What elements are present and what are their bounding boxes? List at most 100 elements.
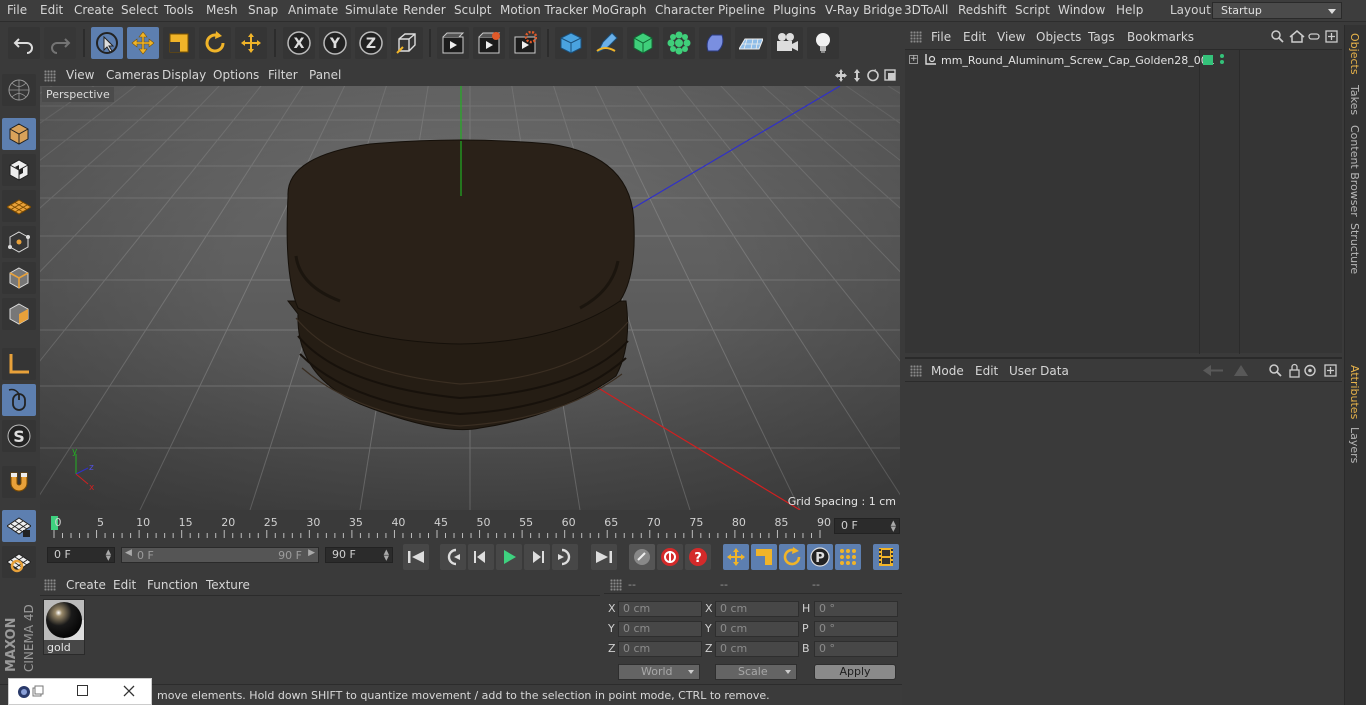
object-menu-edit[interactable]: Edit: [963, 30, 986, 44]
spinner-arrows-icon[interactable]: ▲ ▼: [106, 549, 111, 562]
axis-mode-icon[interactable]: [2, 348, 36, 380]
panel-grip-icon[interactable]: [44, 70, 56, 82]
redo-icon[interactable]: [44, 27, 76, 59]
object-menu-objects[interactable]: Objects: [1036, 30, 1081, 44]
current-frame-field[interactable]: 0 F ▲ ▼: [834, 518, 900, 534]
coord-system-select[interactable]: World: [618, 664, 700, 680]
menu-mograph[interactable]: MoGraph: [592, 3, 647, 17]
end-frame-field[interactable]: 90 F ▲ ▼: [325, 547, 393, 563]
attribute-menu-user-data[interactable]: User Data: [1009, 364, 1069, 378]
key-rotation-button[interactable]: [779, 544, 805, 570]
list-item[interactable]: + mm_Round_Aluminum_Screw_Cap_Golden28_0…: [905, 52, 1342, 70]
rotate-icon[interactable]: [199, 27, 231, 59]
attribute-menu-edit[interactable]: Edit: [975, 364, 998, 378]
pos-y-field[interactable]: 0 cm: [618, 621, 702, 637]
undo-icon[interactable]: [8, 27, 40, 59]
render-visibility-dot[interactable]: [1220, 60, 1224, 64]
spinner-arrows-icon[interactable]: ▲ ▼: [384, 549, 389, 562]
menu-vray-bridge[interactable]: V-Ray Bridge: [825, 3, 902, 17]
menu-motion-tracker[interactable]: Motion Tracker: [500, 3, 588, 17]
key-scale-button[interactable]: [751, 544, 777, 570]
menu-render[interactable]: Render: [403, 3, 446, 17]
panel-grip-icon[interactable]: [910, 31, 922, 43]
cube-icon[interactable]: [555, 27, 587, 59]
viewport-rotate-icon[interactable]: [867, 69, 879, 82]
rot-b-field[interactable]: 0 °: [814, 641, 898, 657]
menu-character[interactable]: Character: [655, 3, 714, 17]
size-y-field[interactable]: 0 cm: [715, 621, 799, 637]
goto-start-button[interactable]: [403, 544, 429, 570]
size-mode-select[interactable]: Scale: [715, 664, 797, 680]
material-menu-create[interactable]: Create: [66, 578, 106, 592]
tab-takes[interactable]: Takes: [1348, 85, 1361, 115]
home-icon[interactable]: [1289, 30, 1305, 43]
target-icon[interactable]: [1304, 364, 1316, 377]
prev-frame-button[interactable]: [468, 544, 494, 570]
points-mode-icon[interactable]: [2, 226, 36, 258]
viewport-pan-icon[interactable]: [835, 69, 847, 82]
start-frame-field[interactable]: 0 F ▲ ▼: [47, 547, 115, 563]
edges-mode-icon[interactable]: [2, 262, 36, 294]
attribute-menu-mode[interactable]: Mode: [931, 364, 964, 378]
viewport-menu-options[interactable]: Options: [213, 68, 259, 82]
size-x-field[interactable]: 0 cm: [715, 601, 799, 617]
panel-grip-icon[interactable]: [610, 579, 622, 591]
world-coords-icon[interactable]: [391, 27, 423, 59]
tab-structure[interactable]: Structure: [1348, 223, 1361, 274]
polygons-mode-icon[interactable]: [2, 298, 36, 330]
prev-key-button[interactable]: [440, 544, 466, 570]
menu-pipeline[interactable]: Pipeline: [718, 3, 765, 17]
rot-h-field[interactable]: 0 °: [814, 601, 898, 617]
viewport-menu-display[interactable]: Display: [162, 68, 206, 82]
scale-icon[interactable]: [163, 27, 195, 59]
floor-icon[interactable]: [735, 27, 767, 59]
close-icon[interactable]: [123, 685, 135, 697]
render-view-icon[interactable]: [437, 27, 469, 59]
light-icon[interactable]: [807, 27, 839, 59]
timeline-ruler[interactable]: 0 5 10 15 20 25 30 35 40 45 50 55 60 65 70 75 80 85 90 0 F…: [40, 511, 902, 541]
menu-3dtoall[interactable]: 3DToAll: [904, 3, 948, 17]
live-selection-icon[interactable]: [91, 27, 123, 59]
object-menu-file[interactable]: File: [931, 30, 951, 44]
link-icon[interactable]: [1308, 33, 1320, 40]
viewport-menu-cameras[interactable]: Cameras: [106, 68, 159, 82]
lock-icon[interactable]: [1289, 363, 1300, 378]
object-menu-view[interactable]: View: [997, 30, 1025, 44]
menu-edit[interactable]: Edit: [40, 3, 63, 17]
expand-icon[interactable]: +: [909, 55, 918, 64]
menu-sculpt[interactable]: Sculpt: [454, 3, 491, 17]
back-arrow-icon[interactable]: [1203, 365, 1223, 376]
y-axis-icon[interactable]: Y: [319, 27, 351, 59]
magnet-icon[interactable]: [2, 466, 36, 498]
play-button[interactable]: [496, 544, 522, 570]
perspective-viewport[interactable]: y z x Perspective Grid Spacing : 1 cm: [40, 86, 900, 510]
menu-file[interactable]: File: [7, 3, 27, 17]
cloner-icon[interactable]: [663, 27, 695, 59]
tweak-mode-icon[interactable]: [2, 384, 36, 416]
search-icon[interactable]: [1269, 364, 1282, 377]
record-keys-button[interactable]: [629, 544, 655, 570]
layer-color-swatch[interactable]: [1203, 55, 1213, 65]
new-window-icon[interactable]: [1324, 364, 1337, 377]
make-editable-icon[interactable]: [2, 74, 36, 106]
menu-create[interactable]: Create: [74, 3, 114, 17]
object-name[interactable]: mm_Round_Aluminum_Screw_Cap_Golden28_001: [941, 54, 1215, 67]
menu-help[interactable]: Help: [1116, 3, 1143, 17]
x-axis-icon[interactable]: X: [283, 27, 315, 59]
spinner-arrows-icon[interactable]: ▲ ▼: [891, 520, 896, 533]
material-menu-function[interactable]: Function: [147, 578, 198, 592]
menu-animate[interactable]: Animate: [288, 3, 338, 17]
goto-end-button[interactable]: [591, 544, 617, 570]
transform-icon[interactable]: [235, 27, 267, 59]
tab-attributes[interactable]: Attributes: [1348, 365, 1361, 419]
subdivision-icon[interactable]: [627, 27, 659, 59]
menu-script[interactable]: Script: [1015, 3, 1050, 17]
pen-icon[interactable]: [591, 27, 623, 59]
locked-workplane-icon[interactable]: [2, 546, 36, 578]
object-menu-tags[interactable]: Tags: [1088, 30, 1115, 44]
triangle-left-icon[interactable]: ◀: [125, 548, 132, 558]
deformer-icon[interactable]: [699, 27, 731, 59]
tab-objects[interactable]: Objects: [1348, 33, 1361, 75]
camera-icon[interactable]: [771, 27, 803, 59]
object-menu-bookmarks[interactable]: Bookmarks: [1127, 30, 1194, 44]
